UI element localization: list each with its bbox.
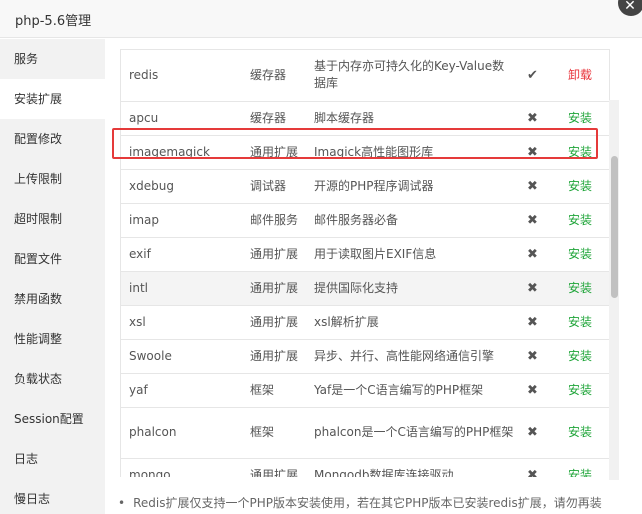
sidebar-item-session-config[interactable]: Session配置: [0, 399, 105, 439]
main-panel: redis 缓存器 基于内存亦可持久化的Key-Value数据库 ✔ 卸载 ap…: [105, 39, 642, 514]
extension-name: mongo: [121, 458, 246, 477]
window-title: php-5.6管理: [15, 14, 92, 29]
extension-type: 通用扩展: [246, 135, 310, 170]
extension-type: 通用扩展: [246, 339, 310, 374]
cross-icon: ✖: [519, 305, 546, 340]
install-button[interactable]: 安装: [568, 349, 592, 363]
extension-name: apcu: [121, 101, 246, 136]
table-row: intl 通用扩展 提供国际化支持 ✖ 安装: [121, 271, 609, 306]
cross-icon: ✖: [519, 271, 546, 306]
extension-type: 缓存器: [246, 50, 310, 102]
bullet-icon: •: [118, 496, 126, 510]
install-button[interactable]: 安装: [568, 213, 592, 227]
sidebar-item-log[interactable]: 日志: [0, 439, 105, 479]
extension-name: xsl: [121, 305, 246, 340]
extension-description: 基于内存亦可持久化的Key-Value数据库: [310, 50, 519, 102]
install-button[interactable]: 安装: [568, 247, 592, 261]
cross-icon: ✖: [519, 339, 546, 374]
sidebar-item-performance[interactable]: 性能调整: [0, 319, 105, 359]
sidebar: 服务 安装扩展 配置修改 上传限制 超时限制 配置文件 禁用函数 性能调整 负载…: [0, 39, 105, 514]
table-row: redis 缓存器 基于内存亦可持久化的Key-Value数据库 ✔ 卸载: [121, 50, 609, 102]
cross-icon: ✖: [519, 169, 546, 204]
sidebar-item-config-edit[interactable]: 配置修改: [0, 119, 105, 159]
cross-icon: ✖: [519, 203, 546, 238]
extension-type: 邮件服务: [246, 203, 310, 238]
extension-type: 通用扩展: [246, 271, 310, 306]
cross-icon: ✖: [519, 458, 546, 477]
extension-type: 框架: [246, 407, 310, 459]
extension-type: 通用扩展: [246, 305, 310, 340]
install-button[interactable]: 安装: [568, 179, 592, 193]
extensions-table: redis 缓存器 基于内存亦可持久化的Key-Value数据库 ✔ 卸载 ap…: [121, 50, 609, 478]
table-row: imagemagick 通用扩展 Imagick高性能图形库 ✖ 安装: [121, 135, 609, 170]
sidebar-item-service[interactable]: 服务: [0, 39, 105, 79]
table-row: apcu 缓存器 脚本缓存器 ✖ 安装: [121, 101, 609, 136]
sidebar-item-install-extensions[interactable]: 安装扩展: [0, 79, 105, 119]
table-row: yaf 框架 Yaf是一个C语言编写的PHP框架 ✖ 安装: [121, 373, 609, 408]
extension-type: 调试器: [246, 169, 310, 204]
extension-description: Mongodb数据库连接驱动: [310, 458, 519, 477]
extension-name: imap: [121, 203, 246, 238]
install-button[interactable]: 安装: [568, 383, 592, 397]
cross-icon: ✖: [519, 373, 546, 408]
extension-description: xsl解析扩展: [310, 305, 519, 340]
install-button[interactable]: 安装: [568, 145, 592, 159]
redis-install-note: • Redis扩展仅支持一个PHP版本安装使用，若在其它PHP版本已安装redis…: [118, 494, 628, 514]
extension-description: 用于读取图片EXIF信息: [310, 237, 519, 272]
extension-name: intl: [121, 271, 246, 306]
table-row: mongo 通用扩展 Mongodb数据库连接驱动 ✖ 安装: [121, 458, 609, 478]
table-row: phalcon 框架 phalcon是一个C语言编写的PHP框架 ✖ 安装: [121, 407, 609, 459]
check-icon: ✔: [519, 50, 546, 102]
cross-icon: ✖: [519, 237, 546, 272]
cross-icon: ✖: [519, 407, 546, 459]
extension-name: Swoole: [121, 339, 246, 374]
extension-description: phalcon是一个C语言编写的PHP框架: [310, 407, 519, 459]
extension-type: 缓存器: [246, 101, 310, 136]
extension-description: Yaf是一个C语言编写的PHP框架: [310, 373, 519, 408]
install-button[interactable]: 安装: [568, 425, 592, 439]
extension-type: 通用扩展: [246, 458, 310, 477]
table-row: xdebug 调试器 开源的PHP程序调试器 ✖ 安装: [121, 169, 609, 204]
table-row: Swoole 通用扩展 异步、并行、高性能网络通信引擎 ✖ 安装: [121, 339, 609, 374]
scrollbar-thumb[interactable]: [611, 156, 618, 298]
note-text: Redis扩展仅支持一个PHP版本安装使用，若在其它PHP版本已安装redis扩…: [133, 496, 602, 510]
sidebar-item-upload-limit[interactable]: 上传限制: [0, 159, 105, 199]
extension-description: Imagick高性能图形库: [310, 135, 519, 170]
extension-type: 通用扩展: [246, 237, 310, 272]
install-button[interactable]: 安装: [568, 111, 592, 125]
sidebar-item-config-file[interactable]: 配置文件: [0, 239, 105, 279]
cross-icon: ✖: [519, 101, 546, 136]
install-button[interactable]: 安装: [568, 315, 592, 329]
sidebar-item-disabled-functions[interactable]: 禁用函数: [0, 279, 105, 319]
window-titlebar: php-5.6管理: [0, 0, 642, 38]
extension-description: 邮件服务器必备: [310, 203, 519, 238]
uninstall-button[interactable]: 卸载: [568, 68, 592, 82]
cross-icon: ✖: [519, 135, 546, 170]
extension-description: 开源的PHP程序调试器: [310, 169, 519, 204]
extension-name: exif: [121, 237, 246, 272]
extension-name: phalcon: [121, 407, 246, 459]
install-button[interactable]: 安装: [568, 468, 592, 478]
sidebar-item-load-status[interactable]: 负载状态: [0, 359, 105, 399]
sidebar-item-timeout-limit[interactable]: 超时限制: [0, 199, 105, 239]
extension-description: 脚本缓存器: [310, 101, 519, 136]
table-row: exif 通用扩展 用于读取图片EXIF信息 ✖ 安装: [121, 237, 609, 272]
extension-description: 提供国际化支持: [310, 271, 519, 306]
extension-type: 框架: [246, 373, 310, 408]
sidebar-item-slow-log[interactable]: 慢日志: [0, 479, 105, 514]
extension-name: imagemagick: [121, 135, 246, 170]
table-row: imap 邮件服务 邮件服务器必备 ✖ 安装: [121, 203, 609, 238]
extension-description: 异步、并行、高性能网络通信引擎: [310, 339, 519, 374]
extension-name: yaf: [121, 373, 246, 408]
extensions-table-container[interactable]: redis 缓存器 基于内存亦可持久化的Key-Value数据库 ✔ 卸载 ap…: [120, 49, 610, 477]
install-button[interactable]: 安装: [568, 281, 592, 295]
extension-name: xdebug: [121, 169, 246, 204]
extension-name: redis: [121, 50, 246, 102]
table-row: xsl 通用扩展 xsl解析扩展 ✖ 安装: [121, 305, 609, 340]
